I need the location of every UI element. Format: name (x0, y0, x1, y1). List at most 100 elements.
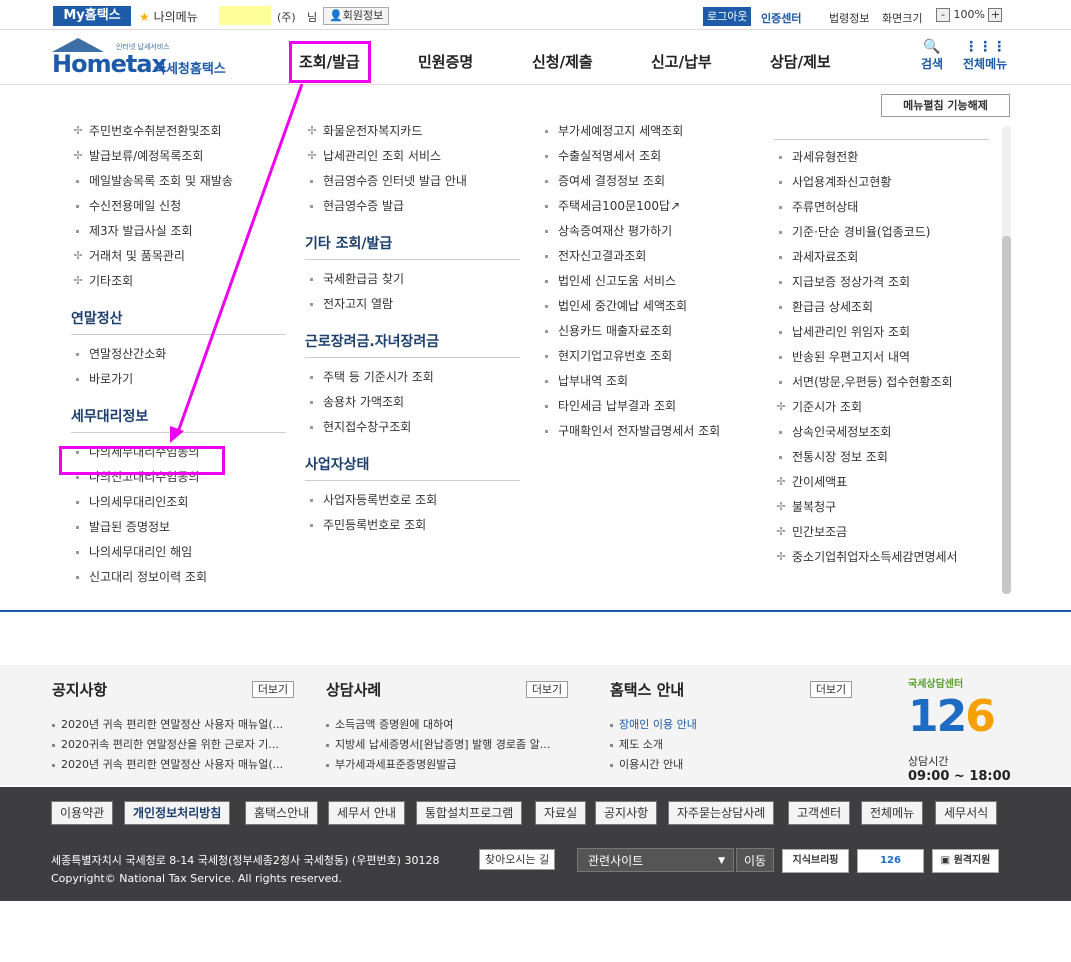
gnb-civil-certificate[interactable]: 민원증명 (418, 51, 473, 72)
footer-link-customer-center[interactable]: 고객센터 (788, 801, 851, 825)
banner-remote-support[interactable]: ▣ 원격지원 (932, 849, 999, 873)
footer-link-all-menu[interactable]: 전체메뉴 (861, 801, 924, 825)
menu-item[interactable]: ✢ 불복청구 (774, 496, 989, 521)
menu-item[interactable]: 신고대리 정보이력 조회 (71, 566, 286, 591)
menu-item[interactable]: ✢ 주민번호수취분전환및조회 (71, 120, 286, 145)
banner-126[interactable]: 126 (857, 849, 924, 873)
footer-link-tax-forms[interactable]: 세무서식 (935, 801, 998, 825)
menu-item[interactable]: 송용차 가액조회 (305, 391, 520, 416)
menu-item[interactable]: 상속증여재산 평가하기 (540, 220, 760, 245)
search-button[interactable]: 🔍 검색 (921, 39, 943, 72)
my-menu-link[interactable]: ★ 나의메뉴 (139, 8, 198, 25)
menu-item[interactable]: 전자신고결과조회 (540, 245, 760, 270)
find-route-button[interactable]: 찾아오시는 길 (479, 849, 556, 870)
footer-link-faq[interactable]: 자주묻는상담사례 (668, 801, 775, 825)
my-hometax-button[interactable]: My홈택스 (53, 6, 131, 26)
menu-item[interactable]: 부가세예정고지 세액조회 (540, 120, 760, 145)
menu-item[interactable]: 바로가기 (71, 368, 286, 393)
menu-item[interactable]: ✢ 민간보조금 (774, 521, 989, 546)
menu-scrollbar-thumb[interactable] (1002, 236, 1011, 594)
notice-item[interactable]: 2020년 귀속 편리한 연말정산 사용자 매뉴얼(... (52, 756, 283, 772)
member-info-button[interactable]: 👤회원정보 (323, 7, 390, 25)
menu-item[interactable]: 국세환급금 찾기 (305, 268, 520, 293)
menu-item[interactable]: 주택세금100문100답↗ (540, 195, 760, 220)
gnb-consult-report[interactable]: 상담/제보 (770, 51, 831, 72)
footer-link-privacy[interactable]: 개인정보처리방침 (124, 801, 231, 825)
footer-link-hometax-guide[interactable]: 홈택스안내 (245, 801, 319, 825)
menu-item[interactable]: ✢ 거래처 및 품목관리 (71, 245, 286, 270)
menu-item[interactable]: 상속인국세정보조회 (774, 421, 989, 446)
guide-item[interactable]: 장애인 이용 안내 (610, 716, 697, 732)
menu-item[interactable]: 현금영수증 인터넷 발급 안내 (305, 170, 520, 195)
gnb-report-pay[interactable]: 신고/납부 (651, 51, 712, 72)
case-item[interactable]: 소득금액 증명원에 대하여 (326, 716, 453, 732)
menu-item[interactable]: 반송된 우편고지서 내역 (774, 346, 989, 371)
menu-item[interactable]: ✢ 기준시가 조회 (774, 396, 989, 421)
menu-item[interactable]: 제3자 발급사실 조회 (71, 220, 286, 245)
menu-item[interactable]: 납부내역 조회 (540, 370, 760, 395)
menu-item[interactable]: 현지기업고유번호 조회 (540, 345, 760, 370)
footer-link-notice[interactable]: 공지사항 (595, 801, 658, 825)
notice-more-button[interactable]: 더보기 (252, 681, 294, 698)
menu-item[interactable]: 신용카드 매출자료조회 (540, 320, 760, 345)
menu-item[interactable]: 수출실적명세서 조회 (540, 145, 760, 170)
guide-more-button[interactable]: 더보기 (810, 681, 852, 698)
menu-item[interactable]: 서면(방문,우편등) 접수현황조회 (774, 371, 989, 396)
law-info-link[interactable]: 법령정보 (829, 10, 869, 26)
menu-item[interactable]: 타인세금 납부결과 조회 (540, 395, 760, 420)
menu-item[interactable]: ✢ 화물운전자복지카드 (305, 120, 520, 145)
footer-link-install[interactable]: 통합설치프로그램 (416, 801, 523, 825)
menu-item[interactable]: ✢ 발급보류/예정목록조회 (71, 145, 286, 170)
hometax-logo[interactable]: 인터넷 납세서비스 Hometax 국세청홈택스 (52, 36, 242, 80)
menu-item[interactable]: 기준·단순 경비율(업종코드) (774, 221, 989, 246)
menu-item[interactable]: 연말정산간소화 (71, 343, 286, 368)
banner-briefing[interactable]: 지식브리핑 (782, 849, 849, 873)
menu-item[interactable]: ✢ 간이세액표 (774, 471, 989, 496)
menu-item[interactable]: 주민등록번호로 조회 (305, 514, 520, 539)
related-site-select[interactable]: 관련사이트 ▼ (577, 848, 734, 872)
menu-item[interactable]: 주류면허상태 (774, 196, 989, 221)
footer-link-terms[interactable]: 이용약관 (51, 801, 114, 825)
menu-item[interactable]: 과세유형전환 (774, 146, 989, 171)
footer-link-library[interactable]: 자료실 (535, 801, 587, 825)
menu-item[interactable]: 메일발송목록 조회 및 재발송 (71, 170, 286, 195)
menu-item[interactable]: 전통시장 정보 조회 (774, 446, 989, 471)
menu-item[interactable]: 수신전용메일 신청 (71, 195, 286, 220)
case-item[interactable]: 부가세과세표준증명원발급 (326, 756, 456, 772)
menu-item[interactable]: 전자고지 열람 (305, 293, 520, 318)
gnb-apply-submit[interactable]: 신청/제출 (532, 51, 593, 72)
menu-item[interactable]: 사업용계좌신고현황 (774, 171, 989, 196)
guide-item[interactable]: 이용시간 안내 (610, 756, 683, 772)
notice-item[interactable]: 2020귀속 편리한 연말정산을 위한 근로자 기... (52, 736, 279, 752)
menu-item[interactable]: 납세관리인 위임자 조회 (774, 321, 989, 346)
menu-item[interactable]: 발급된 증명정보 (71, 516, 286, 541)
menu-item[interactable]: 과세자료조회 (774, 246, 989, 271)
menu-item[interactable]: 현금영수증 발급 (305, 195, 520, 220)
menu-item[interactable]: 지급보증 정상가격 조회 (774, 271, 989, 296)
menu-fold-toggle-button[interactable]: 메뉴펼침 기능해제 (881, 94, 1010, 117)
all-menu-button[interactable]: ⋮⋮⋮ 전체메뉴 (963, 39, 1007, 72)
menu-item[interactable]: 현지접수창구조회 (305, 416, 520, 441)
menu-item[interactable]: 주택 등 기준시가 조회 (305, 366, 520, 391)
case-more-button[interactable]: 더보기 (526, 681, 568, 698)
menu-item[interactable]: 나의세무대리인조회 (71, 491, 286, 516)
menu-item[interactable]: 나의세무대리인 해임 (71, 541, 286, 566)
guide-item[interactable]: 제도 소개 (610, 736, 663, 752)
go-button[interactable]: 이동 (736, 848, 774, 872)
cert-center-link[interactable]: 인증센터 (761, 10, 801, 26)
menu-item[interactable]: 사업자등록번호로 조회 (305, 489, 520, 514)
zoom-out-button[interactable]: - (936, 8, 950, 22)
case-item[interactable]: 지방세 납세증명서[완납증명] 발행 경로좀 알... (326, 736, 550, 752)
logout-button[interactable]: 로그아웃 (703, 7, 752, 26)
menu-item[interactable]: 증여세 결정정보 조회 (540, 170, 760, 195)
menu-item[interactable]: 법인세 중간예납 세액조회 (540, 295, 760, 320)
menu-item[interactable]: ✢ 납세관리인 조회 서비스 (305, 145, 520, 170)
tax-consult-center-banner[interactable]: 국세상담센터 126 상담시간 09:00 ~ 18:00 (908, 675, 1018, 785)
menu-item[interactable]: ✢ 중소기업취업자소득세감면명세서 (774, 546, 989, 571)
footer-link-tax-office[interactable]: 세무서 안내 (328, 801, 406, 825)
menu-item[interactable]: 법인세 신고도움 서비스 (540, 270, 760, 295)
menu-item[interactable]: 구매확인서 전자발급명세서 조회 (540, 420, 760, 445)
notice-item[interactable]: 2020년 귀속 편리한 연말정산 사용자 매뉴얼(... (52, 716, 283, 732)
zoom-in-button[interactable]: + (988, 8, 1003, 22)
menu-item[interactable]: 환급금 상세조회 (774, 296, 989, 321)
